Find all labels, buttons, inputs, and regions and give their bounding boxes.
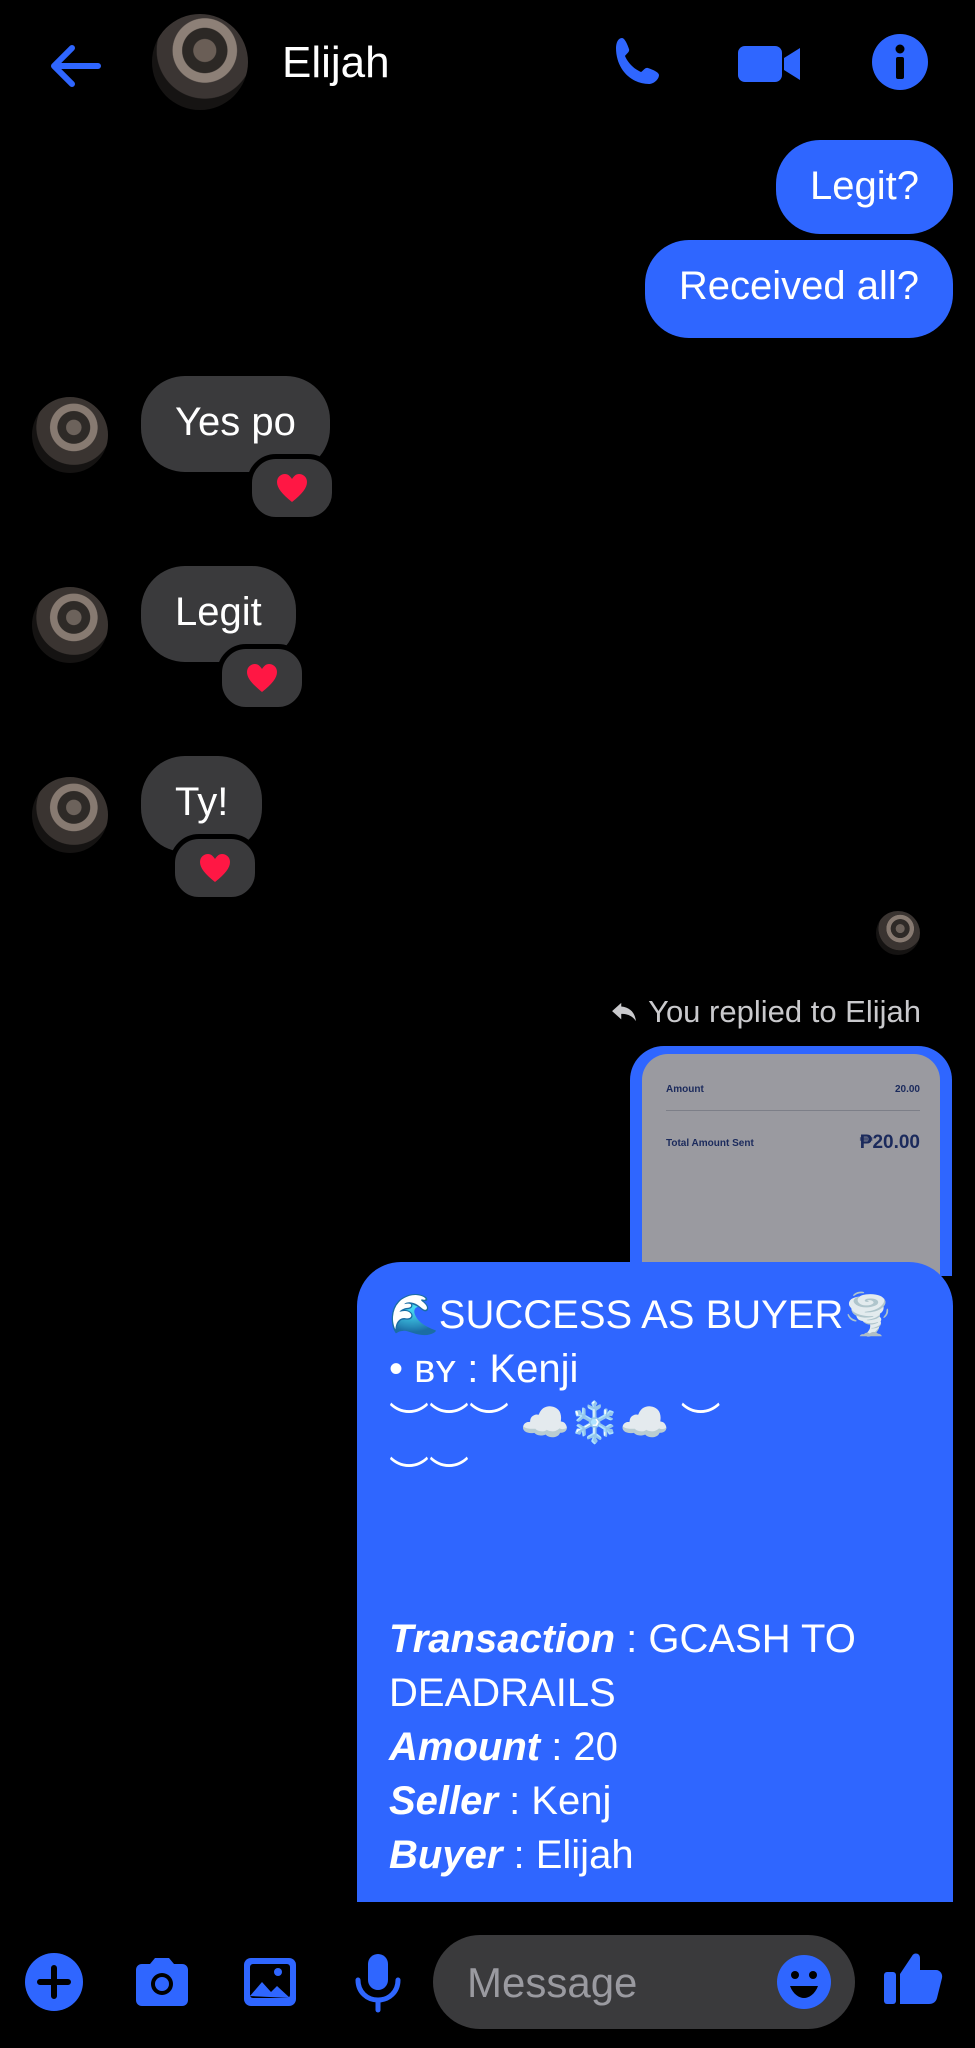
- contact-avatar-small[interactable]: [32, 587, 108, 663]
- reply-notice: You replied to Elijah: [610, 994, 921, 1030]
- transaction-line-2: DEADRAILS: [389, 1671, 616, 1715]
- seller-value: : Kenj: [497, 1779, 612, 1823]
- plus-circle-icon: [25, 1953, 83, 2011]
- message-text: Yes po: [175, 400, 296, 444]
- camera-icon: [136, 1958, 188, 2006]
- microphone-icon: [355, 1954, 401, 2013]
- receipt-total-value: ₱20.00: [859, 1132, 920, 1153]
- card-decoration-2: ︶︶: [389, 1455, 469, 1499]
- voice-call-button[interactable]: [608, 32, 668, 92]
- buyer-line: Buyer : Elijah: [389, 1828, 921, 1882]
- reply-arrow-icon: [612, 1002, 637, 1022]
- video-camera-icon: [738, 46, 800, 82]
- seller-label: Seller: [389, 1779, 498, 1823]
- message-text: Legit: [175, 590, 262, 634]
- arrow-left-icon: [51, 45, 101, 87]
- receipt-total-row: Total Amount Sent ₱20.00: [666, 1132, 920, 1154]
- reaction-badge[interactable]: [170, 834, 260, 902]
- card-spacer: [389, 1558, 921, 1612]
- message-input[interactable]: Message: [433, 1935, 855, 2029]
- voice-message-button[interactable]: [346, 1950, 410, 2014]
- image-icon: [244, 1958, 296, 2006]
- amount-line: Amount : 20: [389, 1720, 921, 1774]
- card-decoration: ︶︶︶ ☁️❄️☁️ ︶: [389, 1401, 721, 1445]
- heart-icon: [247, 664, 277, 692]
- thumbs-up-icon: [884, 1953, 943, 2004]
- back-button[interactable]: [44, 34, 108, 98]
- reaction-badge[interactable]: [217, 644, 307, 712]
- reaction-badge[interactable]: [247, 454, 337, 522]
- card-by-line: • ʙʏ : Kenji: [389, 1347, 579, 1391]
- message-text: Received all?: [678, 264, 919, 308]
- camera-button[interactable]: [130, 1950, 194, 2014]
- emoji-smile-icon: [777, 1955, 831, 2009]
- seen-receipt-avatar: [876, 911, 920, 955]
- contact-name[interactable]: Elijah: [282, 38, 390, 88]
- receipt-thumbnail: Amount 20.00 Total Amount Sent ₱20.00: [642, 1054, 940, 1276]
- contact-avatar[interactable]: [152, 14, 248, 110]
- contact-avatar-small[interactable]: [32, 777, 108, 853]
- receipt-amount-value: 20.00: [894, 1084, 920, 1095]
- outgoing-message[interactable]: Received all?: [644, 240, 953, 338]
- amount-label: Amount: [389, 1725, 541, 1769]
- reply-notice-text: You replied to Elijah: [648, 994, 921, 1029]
- message-input-placeholder: Message: [467, 1959, 638, 2006]
- message-text: Ty!: [175, 780, 229, 824]
- transaction-line: Transaction : GCASH TO: [389, 1612, 921, 1666]
- contact-avatar-small[interactable]: [32, 397, 108, 473]
- add-button[interactable]: [22, 1950, 86, 2014]
- transaction-value: : GCASH TO: [615, 1617, 856, 1661]
- buyer-label: Buyer: [389, 1833, 503, 1877]
- card-spacer: [389, 1504, 921, 1558]
- seller-line: Seller : Kenj: [389, 1774, 921, 1828]
- heart-icon: [200, 854, 230, 882]
- phone-icon: [616, 38, 659, 84]
- buyer-value: : Elijah: [502, 1833, 634, 1877]
- gallery-button[interactable]: [238, 1950, 302, 2014]
- replied-image-preview[interactable]: Amount 20.00 Total Amount Sent ₱20.00: [630, 1046, 952, 1276]
- emoji-button[interactable]: [775, 1953, 833, 2011]
- heart-icon: [277, 474, 307, 502]
- info-button[interactable]: [870, 32, 930, 92]
- video-call-button[interactable]: [736, 34, 804, 94]
- outgoing-message-card[interactable]: 🌊SUCCESS AS BUYER🌪️ • ʙʏ : Kenji ︶︶︶ ☁️❄…: [357, 1262, 953, 1902]
- like-button[interactable]: [880, 1944, 946, 2010]
- receipt-total-label: Total Amount Sent: [666, 1137, 754, 1149]
- receipt-amount-row: Amount 20.00: [666, 1084, 920, 1095]
- transaction-label: Transaction: [389, 1617, 615, 1661]
- message-text: Legit?: [810, 164, 919, 208]
- amount-value: : 20: [540, 1725, 618, 1769]
- card-heading: 🌊SUCCESS AS BUYER🌪️: [389, 1293, 894, 1337]
- receipt-amount-label: Amount: [666, 1084, 704, 1095]
- outgoing-message[interactable]: Legit?: [776, 140, 953, 234]
- receipt-divider: [666, 1110, 920, 1111]
- info-icon: [872, 34, 928, 90]
